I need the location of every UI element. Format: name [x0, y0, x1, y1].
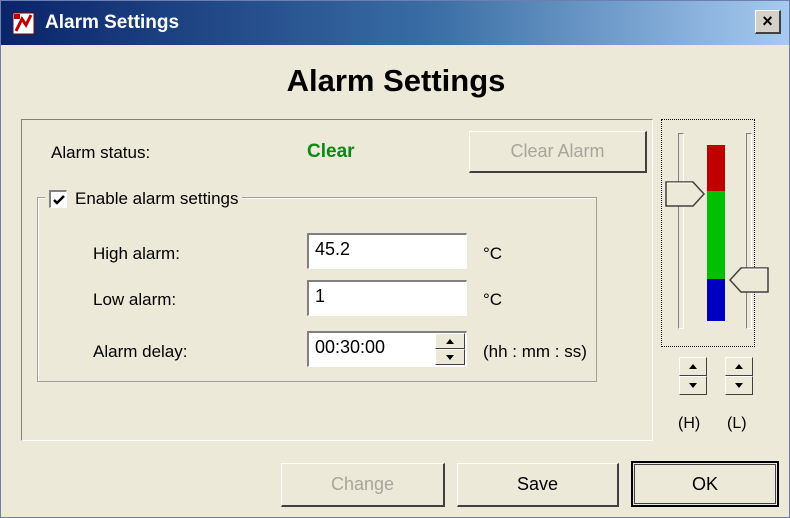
alarm-delay-unit: (hh : mm : ss) [483, 342, 587, 361]
low-alarm-input[interactable]: 1 [307, 280, 467, 316]
low-band-bar [707, 279, 725, 321]
enable-alarm-row[interactable]: Enable alarm settings [45, 187, 243, 211]
alarm-delay-label: Alarm delay: [93, 342, 188, 361]
low-spin-up-button[interactable] [725, 357, 753, 376]
low-spin-down-button[interactable] [725, 376, 753, 395]
high-alarm-unit: °C [483, 244, 503, 263]
low-slider-thumb[interactable] [728, 267, 769, 293]
enable-alarm-label: Enable alarm settings [75, 189, 239, 208]
delay-spin-down-button[interactable] [435, 349, 465, 365]
arrow-up-icon [689, 364, 697, 369]
high-slider-label: (H) [678, 415, 701, 432]
arrow-down-icon [689, 383, 697, 388]
arrow-up-icon [446, 338, 454, 344]
high-spin-up-button[interactable] [679, 357, 707, 376]
page-title: Alarm Settings [286, 63, 506, 98]
close-button[interactable]: × [755, 10, 781, 34]
high-slider-thumb[interactable] [665, 181, 706, 207]
normal-band-bar [707, 191, 725, 279]
low-spinner[interactable] [725, 357, 753, 395]
save-button[interactable]: Save [457, 463, 619, 507]
alarm-settings-window: Alarm Settings × Alarm Settings Alarm st… [0, 0, 790, 518]
low-alarm-unit: °C [483, 290, 503, 309]
window-title: Alarm Settings [45, 12, 180, 33]
alarm-status-label: Alarm status: [51, 143, 151, 162]
high-alarm-input[interactable]: 45.2 [307, 233, 467, 269]
high-spinner[interactable] [679, 357, 707, 395]
clear-alarm-button[interactable]: Clear Alarm [469, 131, 647, 173]
high-alarm-label: High alarm: [93, 244, 180, 263]
arrow-up-icon [735, 364, 743, 369]
change-button[interactable]: Change [281, 463, 445, 507]
ok-button[interactable]: OK [631, 461, 779, 507]
low-slider-label: (L) [727, 415, 747, 432]
high-band-bar [707, 145, 725, 191]
low-slider-track[interactable] [746, 133, 752, 329]
delay-spin-up-button[interactable] [435, 333, 465, 349]
alarm-app-icon [12, 11, 35, 35]
high-spin-down-button[interactable] [679, 376, 707, 395]
arrow-down-icon [446, 354, 454, 360]
close-icon: × [762, 11, 773, 31]
low-alarm-label: Low alarm: [93, 290, 177, 309]
arrow-down-icon [735, 383, 743, 388]
high-slider-track[interactable] [678, 133, 684, 329]
checkmark-icon [53, 195, 65, 205]
alarm-delay-spinner[interactable] [435, 333, 465, 365]
title-bar[interactable]: Alarm Settings × [1, 1, 789, 45]
enable-alarm-checkbox[interactable] [49, 190, 67, 208]
alarm-status-value: Clear [307, 141, 355, 162]
